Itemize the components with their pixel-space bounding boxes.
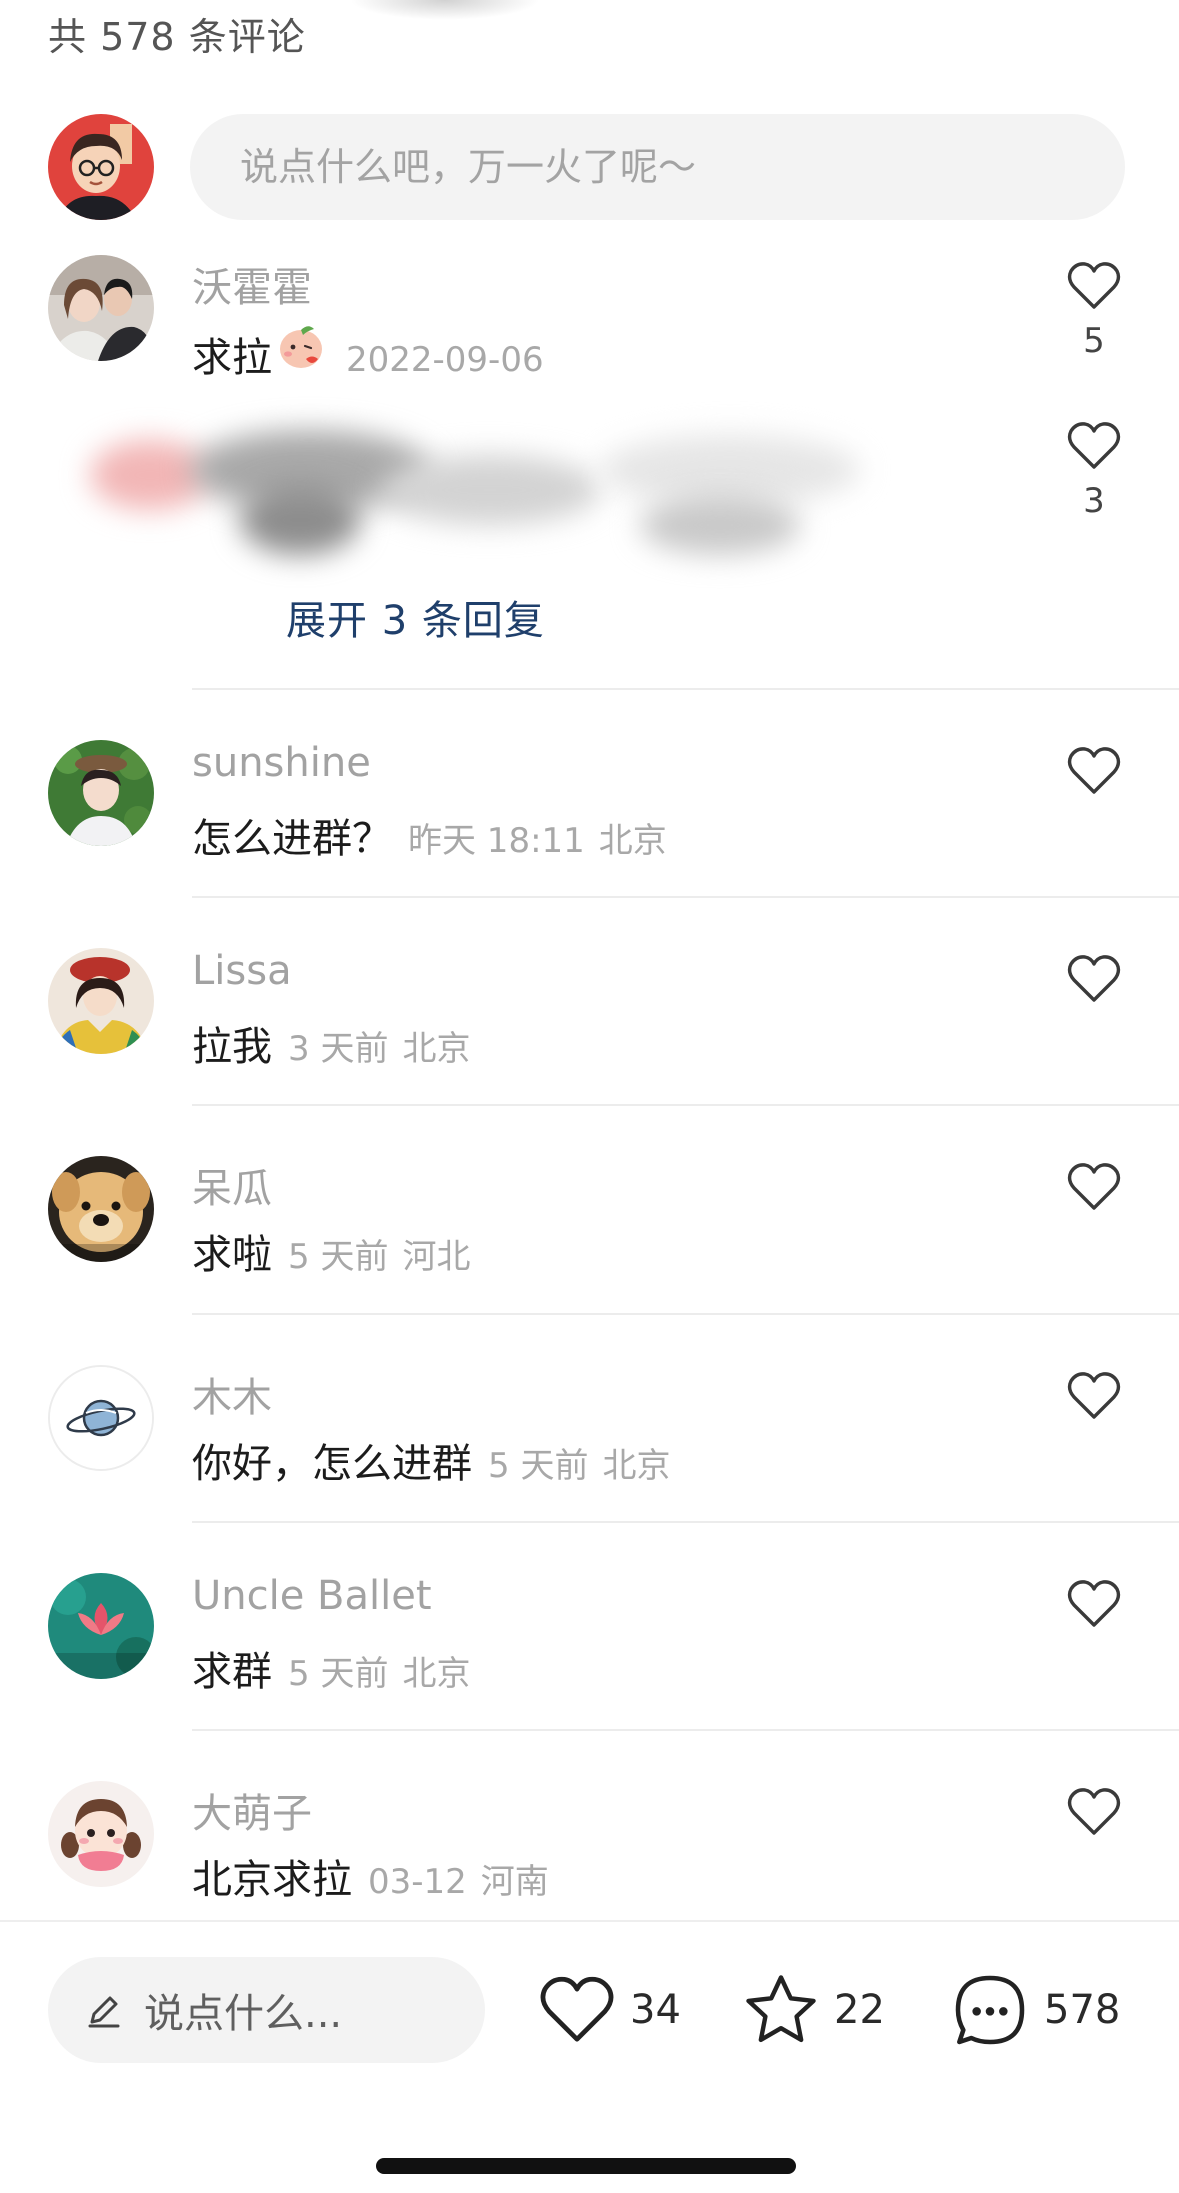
comment-body: 求群 5 天前 北京 <box>192 1639 470 1697</box>
comment-text: 求群 <box>192 1649 272 1695</box>
comment-like[interactable] <box>1060 1781 1128 1837</box>
comment-time: 5 天前 <box>288 1654 389 1694</box>
heart-icon <box>540 1976 614 2042</box>
avatar-planet-icon[interactable] <box>48 1365 154 1471</box>
comment-like-count: 5 <box>1083 321 1105 361</box>
avatar-girl-greenery-icon[interactable] <box>48 740 154 846</box>
heart-icon[interactable] <box>1066 1787 1122 1837</box>
avatar-couple-photo-icon[interactable] <box>48 255 154 361</box>
comment-body: 你好，怎么进群 5 天前 北京 <box>192 1431 670 1489</box>
comment-like[interactable] <box>1060 948 1128 1004</box>
bottom-input-placeholder: 说点什么... <box>144 1991 343 2037</box>
comment-like[interactable] <box>1060 740 1128 796</box>
comment-author-name[interactable]: Lissa <box>192 948 292 994</box>
comment-location: 北京 <box>598 821 667 861</box>
divider <box>192 1521 1179 1523</box>
comment-input[interactable] <box>190 114 1125 220</box>
blurred-reply: 3 <box>80 422 1121 575</box>
heart-icon[interactable] <box>1066 954 1122 1004</box>
chat-bubble-icon <box>955 1975 1025 2045</box>
comments-button[interactable]: 578 <box>950 1967 1120 2053</box>
heart-icon[interactable] <box>1066 261 1122 311</box>
comment-like[interactable] <box>1060 1156 1128 1212</box>
comment-meta: 5 天前 北京 <box>288 1646 470 1695</box>
header-blurred-area <box>350 0 540 20</box>
reply-like-count: 3 <box>1083 481 1105 521</box>
peach-kiss-emoji-icon <box>280 326 322 368</box>
comment-like[interactable] <box>1060 1365 1128 1421</box>
avatar-cartoon-girl-icon[interactable] <box>48 1781 154 1887</box>
comment-text: 拉我 <box>192 1024 272 1070</box>
home-indicator[interactable] <box>376 2158 796 2174</box>
comment-time: 03-12 <box>368 1862 467 1902</box>
comment-location: 北京 <box>402 1029 471 1069</box>
comment-text: 求啦 <box>192 1232 272 1278</box>
comments-count: 578 <box>1044 1987 1121 2033</box>
my-avatar-icon[interactable] <box>48 114 154 220</box>
avatar-teal-lotus-icon[interactable] <box>48 1573 154 1679</box>
bottom-action-bar: 说点什么... 34 22 578 <box>0 1920 1179 2193</box>
comment-text: 怎么进群？ <box>192 816 392 862</box>
divider <box>192 1729 1179 1731</box>
comment-count-title: 共 578 条评论 <box>48 15 306 59</box>
comment-author-name[interactable]: sunshine <box>192 740 371 786</box>
comment-body: 北京求拉 03-12 河南 <box>192 1847 549 1905</box>
comment-time: 5 天前 <box>288 1237 389 1277</box>
comment-time: 2022-09-06 <box>346 340 544 380</box>
comment-body: 怎么进群？ 昨天 18:11 北京 <box>192 806 667 864</box>
comment-author-name[interactable]: 木木 <box>192 1365 272 1423</box>
comment-location: 河南 <box>480 1862 549 1902</box>
star-icon <box>746 1975 816 2043</box>
comment-time: 5 天前 <box>488 1446 589 1486</box>
comment-like[interactable]: 5 <box>1060 255 1128 361</box>
heart-icon[interactable] <box>1066 1579 1122 1629</box>
divider <box>192 1313 1179 1315</box>
comment-author-name[interactable]: 大萌子 <box>192 1781 312 1839</box>
reply-like[interactable]: 3 <box>1060 415 1128 521</box>
comment-meta: 5 天前 河北 <box>288 1229 470 1278</box>
comment-text: 求拉 <box>192 335 272 381</box>
avatar-girl-red-hat-icon[interactable] <box>48 948 154 1054</box>
comment-time: 3 天前 <box>288 1029 389 1069</box>
comment-time: 昨天 18:11 <box>408 821 585 861</box>
comment-text: 你好，怎么进群 <box>192 1441 472 1487</box>
comment-body: 拉我 3 天前 北京 <box>192 1014 470 1072</box>
comment-meta: 3 天前 北京 <box>288 1021 470 1070</box>
comment-meta: 5 天前 北京 <box>488 1438 670 1487</box>
comment-meta: 03-12 河南 <box>368 1854 549 1903</box>
comment-author-name[interactable]: Uncle Ballet <box>192 1573 432 1619</box>
comment-body: 求拉 2022-09-06 <box>192 321 544 383</box>
like-button[interactable]: 34 <box>538 1967 681 2053</box>
heart-icon[interactable] <box>1066 1371 1122 1421</box>
favorite-count: 22 <box>834 1987 885 2033</box>
comment-body: 求啦 5 天前 河北 <box>192 1222 470 1280</box>
like-count: 34 <box>630 1987 681 2033</box>
bottom-comment-input[interactable]: 说点什么... <box>48 1957 485 2063</box>
comment-composer <box>0 110 1179 220</box>
comment-text: 北京求拉 <box>192 1857 352 1903</box>
heart-icon[interactable] <box>1066 1162 1122 1212</box>
divider <box>192 688 1179 690</box>
heart-icon[interactable] <box>1066 746 1122 796</box>
divider <box>192 1104 1179 1106</box>
comment-author-name[interactable]: 呆瓜 <box>192 1156 272 1214</box>
favorite-button[interactable]: 22 <box>742 1967 885 2053</box>
heart-icon[interactable] <box>1066 421 1122 471</box>
comment-location: 北京 <box>402 1654 471 1694</box>
comment-location: 河北 <box>402 1237 471 1277</box>
avatar-puppy-icon[interactable] <box>48 1156 154 1262</box>
divider <box>192 896 1179 898</box>
comment-author-name[interactable]: 沃霍霍 <box>192 255 312 313</box>
pencil-icon <box>88 1996 120 2028</box>
comment-meta: 昨天 18:11 北京 <box>408 813 667 862</box>
expand-replies-link[interactable]: 展开 3 条回复 <box>286 588 545 646</box>
comment-location: 北京 <box>602 1446 671 1486</box>
comment-like[interactable] <box>1060 1573 1128 1629</box>
